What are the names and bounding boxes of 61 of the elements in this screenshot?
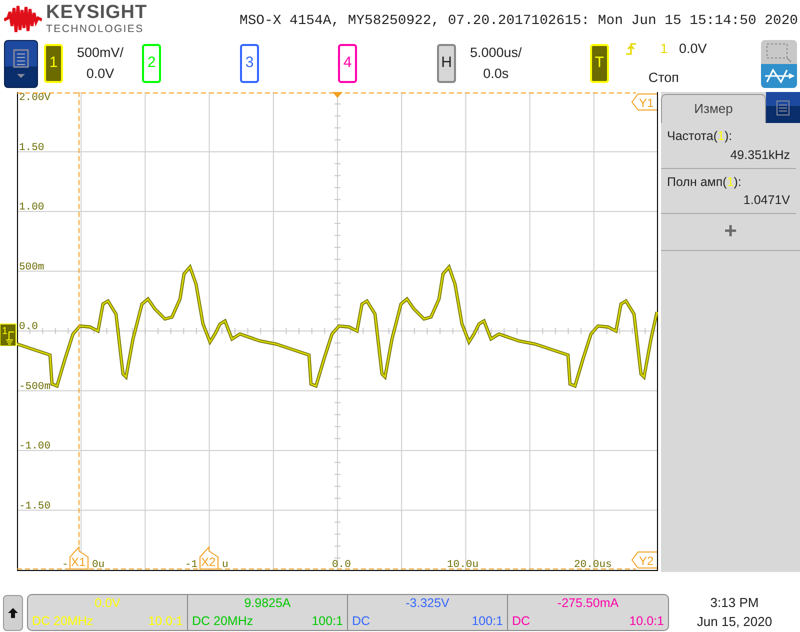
trigger-button[interactable]: T (590, 44, 609, 83)
axis-label: 1.50 (19, 142, 44, 154)
channel-button[interactable]: 1 (44, 44, 63, 83)
axis-label: 500m (19, 261, 44, 274)
axis-label: 1.00 (19, 202, 44, 214)
rising-edge-icon (625, 42, 637, 56)
clock-time: 3:13 PM (709, 594, 760, 612)
axis-label: 0.0 (19, 321, 38, 333)
device-title: MSO-X 4154A, MY58250922, 07.20.2017102615: Mon Jun 15 15:14:50 2020 (240, 12, 798, 32)
probe-ratio: 100:1 (312, 612, 343, 630)
ground-marker[interactable]: 1 (0, 322, 17, 346)
channel-offset: 0.0V (86, 66, 114, 82)
channel-button[interactable]: 3 (240, 44, 259, 83)
time-scale: 5.000us/ (470, 46, 522, 60)
cursor-marker[interactable]: X2 (200, 546, 218, 570)
trigger-source: 1 (659, 40, 669, 58)
axis-label: -1 (185, 559, 198, 571)
probe-ratio: 10.0:1 (629, 612, 664, 630)
axis-label: 10.0u (447, 559, 479, 571)
panel-menu-button[interactable] (766, 92, 800, 123)
axis-label: u (222, 559, 228, 571)
coupling-label: DC (352, 612, 370, 630)
measurement-value: 49.351kHz (729, 146, 790, 164)
axis-label: 0.0 (332, 559, 351, 571)
probe-ratio: 100:1 (472, 612, 503, 630)
coupling-label: DC 20MHz (32, 612, 94, 630)
channel-scale: 500mV/ (77, 46, 124, 60)
channel-reading: 0.0V (94, 595, 122, 612)
add-measurement-button[interactable]: + (661, 214, 800, 251)
clock-date: Jun 15, 2020 (696, 612, 774, 630)
menu-button[interactable] (4, 40, 38, 88)
expand-button[interactable] (3, 594, 23, 630)
menu-icon (775, 98, 791, 116)
channel-reading: -3.325V (404, 595, 450, 612)
run-status: Стоп (647, 68, 679, 86)
axis-label: -1.00 (19, 440, 51, 452)
coupling-label: DC 20MHz (192, 612, 254, 630)
measure-tab[interactable]: Измер (661, 94, 766, 123)
logo-icon (4, 4, 42, 34)
brand-subtitle: TECHNOLOGIES (46, 24, 145, 34)
axis-label: - (62, 559, 68, 571)
axis-label: 20.0us (574, 559, 612, 571)
probe-ratio: 10.0:1 (148, 612, 183, 630)
menu-icon (11, 46, 31, 80)
channel-reading: -275.50mA (556, 595, 620, 612)
trigger-level: 0.0V (679, 40, 708, 58)
axis-label: -1.50 (19, 500, 51, 512)
brand-name: KEYSIGHT (46, 2, 148, 22)
zoom-mode-button[interactable] (761, 40, 797, 88)
axis-label: 0u (92, 559, 105, 571)
axis-label: -500m (19, 380, 51, 393)
time-delay: 0.0s (483, 66, 509, 82)
coupling-label: DC (512, 612, 530, 630)
measurement-name: Полн амп(1): (667, 174, 742, 191)
channel-reading: 9.9825A (243, 595, 292, 612)
channel-button[interactable]: 4 (338, 44, 357, 83)
cursor-marker[interactable]: X1 (70, 546, 88, 570)
measurement-value: 1.0471V (742, 192, 790, 210)
measurement-name: Частота(1): (667, 128, 734, 145)
up-arrow-icon (7, 606, 19, 618)
horizontal-button[interactable]: H (437, 44, 456, 83)
